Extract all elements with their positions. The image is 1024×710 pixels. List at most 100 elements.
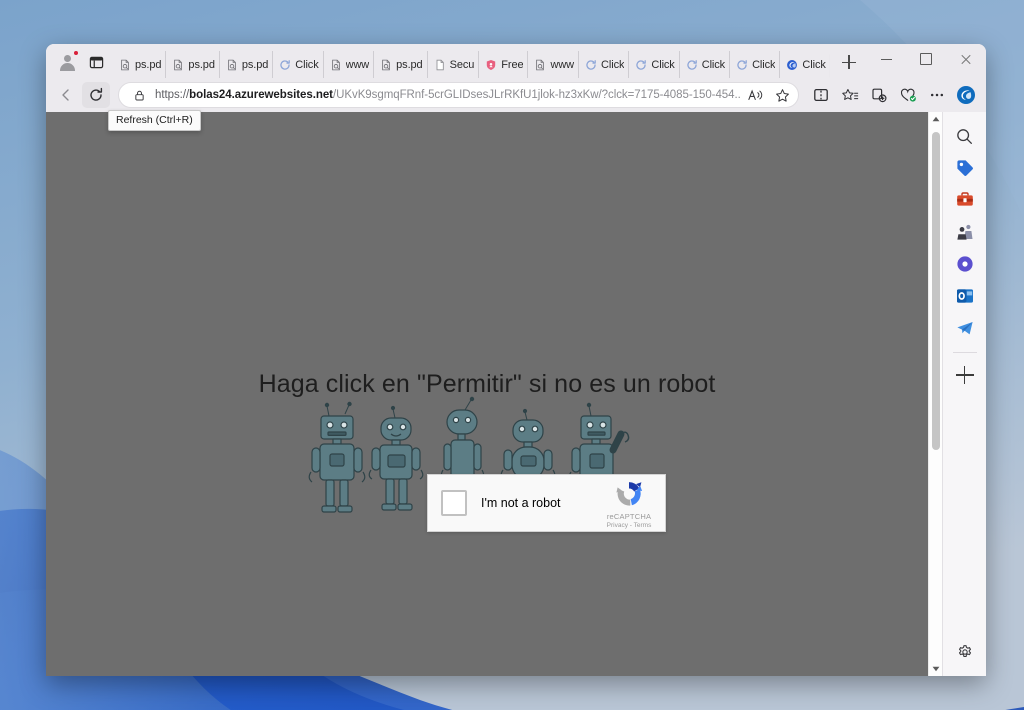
sidebar-shopping[interactable] bbox=[949, 152, 981, 184]
add-sidebar-app-button[interactable] bbox=[949, 359, 981, 391]
tab-label: Secu bbox=[449, 58, 475, 71]
edge-loading-icon bbox=[737, 59, 747, 70]
address-bar-url: https://bolas24.azurewebsites.net/UKvK9s… bbox=[155, 89, 740, 101]
tab-label: www bbox=[345, 58, 370, 71]
back-button[interactable] bbox=[52, 82, 80, 108]
refresh-tooltip: Refresh (Ctrl+R) bbox=[108, 110, 201, 131]
edge-sidebar bbox=[942, 112, 986, 676]
edge-loading-icon bbox=[687, 59, 697, 70]
url-path: /UKvK9sgmqFRnf-5crGLIDsesJLrRKfU1jlok-hz… bbox=[332, 89, 740, 101]
star-favorite-icon bbox=[775, 88, 789, 102]
tab-item[interactable]: Click bbox=[680, 51, 731, 78]
close-window-button[interactable] bbox=[946, 44, 986, 74]
games-icon bbox=[956, 224, 972, 240]
sidebar-tools[interactable] bbox=[949, 184, 981, 216]
recaptcha-widget[interactable]: I'm not a robot reCAPTCHA Privacy - Term… bbox=[427, 474, 666, 532]
tab-item[interactable]: Click bbox=[730, 51, 781, 78]
sidebar-telegram[interactable] bbox=[949, 312, 981, 344]
shopping-tag-icon bbox=[956, 160, 973, 176]
designer-icon bbox=[956, 256, 973, 272]
tab-label: www bbox=[550, 58, 575, 71]
favorites-button[interactable] bbox=[836, 82, 864, 108]
sidebar-games[interactable] bbox=[949, 216, 981, 248]
add-favorite-button[interactable] bbox=[772, 85, 792, 105]
sidebar-designer[interactable] bbox=[949, 248, 981, 280]
copilot-button[interactable] bbox=[952, 82, 980, 108]
tab-item[interactable]: ps.pd bbox=[166, 51, 220, 78]
recaptcha-logo-icon bbox=[616, 482, 643, 506]
refresh-button[interactable] bbox=[82, 82, 110, 108]
tab-item[interactable]: www bbox=[528, 51, 580, 78]
tab-label: ps.pd bbox=[135, 58, 162, 71]
site-info-lock[interactable] bbox=[129, 85, 149, 105]
settings-and-more-button[interactable] bbox=[923, 82, 951, 108]
plus-icon bbox=[955, 366, 974, 384]
tab-item[interactable]: ps.pd bbox=[113, 51, 167, 78]
scroll-up-button[interactable] bbox=[929, 112, 943, 126]
new-tab-button[interactable] bbox=[836, 49, 862, 75]
pdf-file-icon bbox=[228, 59, 236, 70]
tab-item[interactable]: ps.pd bbox=[220, 51, 274, 78]
collections-icon bbox=[872, 88, 887, 103]
tab-search-button[interactable] bbox=[84, 50, 108, 74]
recaptcha-label: I'm not a robot bbox=[481, 496, 561, 510]
sidebar-settings-button[interactable] bbox=[949, 636, 981, 668]
refresh-icon bbox=[90, 87, 103, 101]
tab-item[interactable]: www bbox=[324, 51, 375, 78]
tab-item[interactable]: Secu bbox=[428, 51, 480, 78]
lock-icon bbox=[134, 90, 144, 100]
scroll-down-arrow-icon bbox=[932, 666, 939, 672]
shield-icon bbox=[487, 59, 496, 70]
sidebar-search[interactable] bbox=[949, 120, 981, 152]
url-scheme: https:// bbox=[155, 89, 190, 101]
page-scrollbar[interactable] bbox=[928, 112, 942, 676]
pdf-file-icon bbox=[331, 59, 340, 70]
read-aloud-icon bbox=[748, 89, 763, 100]
tab-item[interactable]: Click bbox=[629, 51, 680, 78]
tab-item[interactable]: Click bbox=[579, 51, 630, 78]
tab-label: ps.pd bbox=[188, 58, 215, 71]
scrollbar-thumb[interactable] bbox=[931, 132, 940, 450]
scroll-down-button[interactable] bbox=[929, 662, 943, 676]
tab-label: Click bbox=[701, 58, 726, 71]
tab-search-icon bbox=[89, 56, 103, 68]
address-bar[interactable]: https://bolas24.azurewebsites.net/UKvK9s… bbox=[118, 82, 799, 108]
tab-item[interactable]: Click bbox=[273, 51, 324, 78]
sidebar-divider bbox=[952, 352, 977, 353]
window-controls bbox=[866, 44, 986, 74]
profile-notification-dot bbox=[73, 50, 79, 56]
tab-label: Click bbox=[601, 58, 625, 71]
recaptcha-brand-name: reCAPTCHA bbox=[606, 512, 652, 521]
collections-button[interactable] bbox=[865, 82, 893, 108]
telegram-icon bbox=[956, 322, 973, 335]
checkbox-unchecked-icon[interactable] bbox=[441, 490, 467, 516]
browser-essentials-button[interactable] bbox=[894, 82, 922, 108]
maximize-button[interactable] bbox=[906, 44, 946, 74]
tab-label: Click bbox=[752, 58, 776, 71]
scrollbar-track[interactable] bbox=[929, 126, 943, 662]
more-settings-icon bbox=[930, 93, 944, 97]
robot-1 bbox=[308, 401, 366, 513]
read-aloud-button[interactable] bbox=[746, 85, 766, 105]
recaptcha-branding: reCAPTCHA Privacy - Terms bbox=[599, 477, 665, 529]
document-icon bbox=[436, 59, 444, 70]
favorites-list-icon bbox=[841, 88, 858, 100]
tab-item[interactable]: ps.pd bbox=[374, 51, 428, 78]
scroll-up-arrow-icon bbox=[932, 116, 939, 122]
profile-avatar[interactable] bbox=[54, 49, 80, 75]
split-screen-button[interactable] bbox=[807, 82, 835, 108]
pdf-file-icon bbox=[382, 59, 390, 70]
web-page: Haga click en "Permitir" si no es un rob… bbox=[46, 112, 928, 676]
tab-item[interactable]: Free bbox=[479, 51, 529, 78]
sidebar-outlook[interactable] bbox=[949, 280, 981, 312]
tab-label: ps.pd bbox=[396, 58, 423, 71]
tab-item[interactable]: Click bbox=[780, 51, 830, 78]
gear-icon bbox=[958, 645, 971, 658]
toolbox-icon bbox=[956, 192, 973, 206]
edge-loading-icon bbox=[280, 59, 291, 70]
recaptcha-terms[interactable]: Privacy - Terms bbox=[599, 522, 659, 529]
tab-label: Click bbox=[802, 58, 826, 71]
minimize-button[interactable] bbox=[866, 44, 906, 74]
pdf-file-icon bbox=[536, 59, 545, 70]
browser-toolbar: https://bolas24.azurewebsites.net/UKvK9s… bbox=[46, 78, 986, 112]
